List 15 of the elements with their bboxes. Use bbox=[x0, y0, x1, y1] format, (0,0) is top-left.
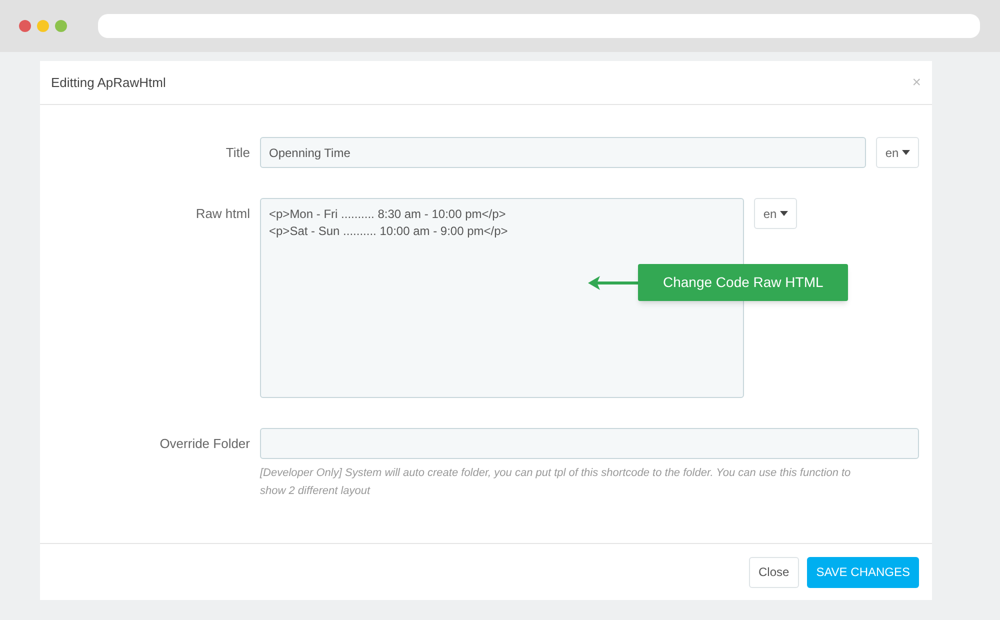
field-label: Title bbox=[224, 144, 251, 162]
field-label: Raw html bbox=[194, 205, 251, 223]
address-bar[interactable] bbox=[98, 14, 980, 38]
help-text: [Developer Only] System will auto create folder, you can put tpl of this shortcode to the folder. You can use this function to show 2 different layout bbox=[260, 466, 852, 499]
field-label: Override Folder bbox=[158, 435, 251, 453]
language-dropdown[interactable]: en bbox=[754, 198, 797, 229]
language-dropdown[interactable]: en bbox=[876, 137, 919, 168]
dialog-title: Editting ApRawHtml bbox=[51, 74, 166, 92]
text-input-field[interactable]: Openning Time bbox=[260, 137, 866, 168]
callout-label: Change Code Raw HTML bbox=[638, 264, 848, 301]
close-button[interactable]: Close bbox=[748, 556, 800, 588]
text-input-field[interactable] bbox=[260, 428, 919, 459]
caret-icon bbox=[902, 150, 910, 155]
caret-icon bbox=[780, 211, 788, 216]
arrow-icon bbox=[588, 274, 638, 290]
